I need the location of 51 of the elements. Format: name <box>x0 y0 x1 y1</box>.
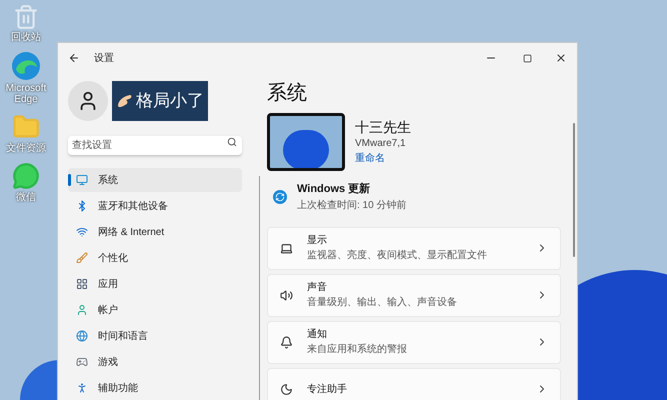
selection-indicator <box>68 174 71 186</box>
nav-item[interactable]: 游戏 <box>68 350 242 374</box>
avatar-icon[interactable] <box>68 81 108 121</box>
bluetooth-icon <box>76 200 88 212</box>
bell-icon <box>280 336 293 348</box>
update-status: 上次检查时间: 10 分钟前 <box>297 198 406 212</box>
window-title: 设置 <box>94 52 114 66</box>
maximize-icon[interactable] <box>523 54 532 62</box>
moon-icon <box>280 382 293 396</box>
card-title: 通知 <box>307 328 328 342</box>
nav-item[interactable]: 应用 <box>68 272 242 296</box>
back-arrow-icon[interactable] <box>68 52 80 64</box>
search-icon[interactable] <box>227 137 237 147</box>
device-model: VMware7,1 <box>355 137 407 151</box>
settings-card[interactable]: 通知 来自应用和系统的警报 <box>267 320 561 364</box>
nav-item[interactable]: 蓝牙和其他设备 <box>68 194 242 218</box>
laptop-icon <box>280 242 293 254</box>
chat-bubble-icon <box>12 162 40 190</box>
nav-item[interactable]: 个性化 <box>68 246 242 270</box>
card-title: 显示 <box>307 234 328 248</box>
update-title[interactable]: Windows 更新 <box>297 181 406 198</box>
refresh-icon <box>273 190 287 204</box>
account-name: 格局小了 <box>136 90 204 112</box>
settings-card[interactable]: 专注助手 <box>267 368 561 400</box>
device-name: 十三先生 <box>355 118 411 136</box>
accessibility-icon <box>76 382 88 394</box>
nav-item[interactable]: 辅助功能 <box>68 376 242 400</box>
nav-item[interactable]: 时间和语言 <box>68 324 242 348</box>
globe-icon <box>76 330 88 342</box>
browser-logo-icon <box>11 51 41 81</box>
recycle-bin-icon <box>13 4 39 30</box>
speaker-icon <box>280 288 293 302</box>
nav-item[interactable]: 帐户 <box>68 298 242 322</box>
nav-item[interactable]: 系统 <box>68 168 242 192</box>
page-title: 系统 <box>267 81 308 105</box>
card-subtitle: 音量级别、输出、输入、声音设备 <box>307 296 458 310</box>
card-title: 专注助手 <box>307 382 348 396</box>
apps-grid-icon <box>76 278 88 290</box>
card-subtitle: 来自应用和系统的警报 <box>307 342 408 357</box>
nav-item[interactable]: 网络 & Internet <box>68 220 242 244</box>
card-subtitle: 监视器、亮度、夜间模式、显示配置文件 <box>307 248 488 263</box>
card-title: 声音 <box>307 280 328 295</box>
monitor-icon <box>76 174 88 186</box>
gamepad-icon <box>76 356 88 368</box>
close-icon[interactable] <box>555 52 567 64</box>
settings-card[interactable]: 声音 音量级别、输出、输入、声音设备 <box>267 274 561 316</box>
search-field[interactable]: 查找设置 <box>68 136 242 156</box>
rename-link[interactable]: 重命名 <box>355 151 411 166</box>
person-icon <box>76 304 88 316</box>
brush-icon <box>76 252 88 264</box>
settings-card[interactable]: 显示 监视器、亮度、夜间模式、显示配置文件 <box>267 226 561 270</box>
